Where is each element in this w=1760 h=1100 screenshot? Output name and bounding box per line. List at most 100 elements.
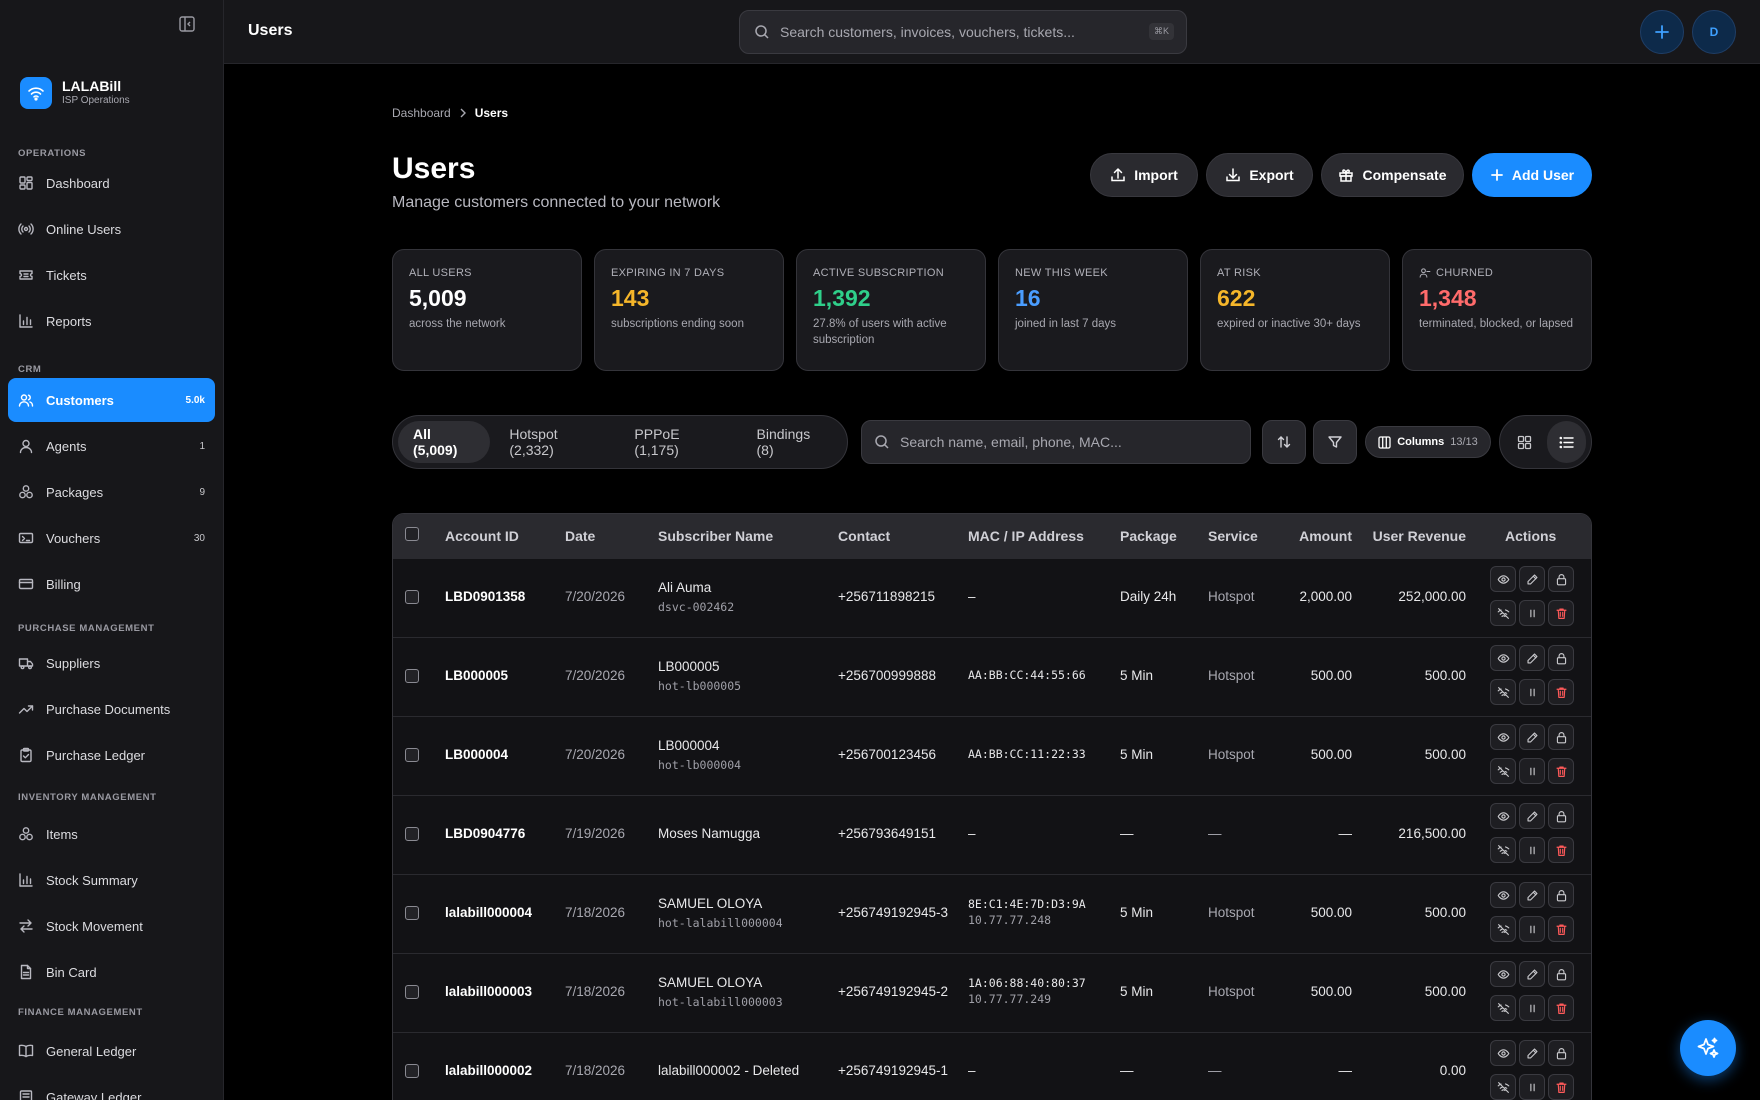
tab-hotspot[interactable]: Hotspot (2,332) <box>494 421 615 463</box>
table-row[interactable]: LBD0901358 7/20/2026 Ali Auma dsvc-002462 +2… <box>393 558 1591 637</box>
view-button[interactable] <box>1490 566 1516 592</box>
sidebar-item-vouchers[interactable]: Vouchers 30 <box>8 516 215 560</box>
stat-card-churned[interactable]: Churned 1,348 terminated, blocked, or laps… <box>1402 249 1592 371</box>
sidebar-item-gateway-ledger[interactable]: Gateway Ledger <box>8 1075 215 1100</box>
edit-button[interactable] <box>1519 1040 1545 1066</box>
compensate-button[interactable]: Compensate <box>1321 153 1464 197</box>
disconnect-button[interactable] <box>1490 916 1516 942</box>
row-checkbox[interactable] <box>405 985 419 999</box>
sidebar-item-reports[interactable]: Reports <box>8 299 215 343</box>
row-checkbox[interactable] <box>405 1064 419 1078</box>
view-button[interactable] <box>1490 803 1516 829</box>
table-row[interactable]: LB000004 7/20/2026 LB000004 hot-lb000004 +25… <box>393 716 1591 795</box>
table-search-input[interactable]: Search name, email, phone, MAC... <box>861 420 1251 464</box>
edit-button[interactable] <box>1519 566 1545 592</box>
pause-button[interactable] <box>1519 916 1545 942</box>
add-user-button[interactable]: Add User <box>1472 153 1592 197</box>
table-row[interactable]: LB000005 7/20/2026 LB000005 hot-lb000005 +25… <box>393 637 1591 716</box>
sidebar-item-dashboard[interactable]: Dashboard <box>8 161 215 205</box>
disconnect-button[interactable] <box>1490 600 1516 626</box>
account-id[interactable]: LBD0901358 <box>445 589 525 604</box>
sidebar-item-agents[interactable]: Agents 1 <box>8 424 215 468</box>
row-checkbox[interactable] <box>405 906 419 920</box>
column-header-account-id[interactable]: Account ID <box>445 528 519 544</box>
disconnect-button[interactable] <box>1490 837 1516 863</box>
account-id[interactable]: lalabill000004 <box>445 905 532 920</box>
edit-button[interactable] <box>1519 961 1545 987</box>
pause-button[interactable] <box>1519 995 1545 1021</box>
column-header-amount[interactable]: Amount <box>1299 528 1352 544</box>
account-id[interactable]: LB000005 <box>445 668 508 683</box>
grid-view-button[interactable] <box>1505 421 1545 463</box>
table-row[interactable]: LBD0904776 7/19/2026 Moses Namugga +2567936… <box>393 795 1591 874</box>
avatar[interactable]: D <box>1692 10 1736 54</box>
sidebar-item-purchase-ledger[interactable]: Purchase Ledger <box>8 733 215 777</box>
delete-button[interactable] <box>1548 600 1574 626</box>
filter-button[interactable] <box>1313 420 1357 464</box>
view-button[interactable] <box>1490 1040 1516 1066</box>
column-header-package[interactable]: Package <box>1120 528 1177 544</box>
stat-card-all-users[interactable]: All Users 5,009 across the network <box>392 249 582 371</box>
sidebar-item-general-ledger[interactable]: General Ledger <box>8 1029 215 1073</box>
view-button[interactable] <box>1490 961 1516 987</box>
edit-button[interactable] <box>1519 645 1545 671</box>
lock-button[interactable] <box>1548 645 1574 671</box>
delete-button[interactable] <box>1548 1074 1574 1100</box>
brand[interactable]: LALABill ISP Operations <box>20 77 130 109</box>
edit-button[interactable] <box>1519 724 1545 750</box>
sidebar-item-stock-summary[interactable]: Stock Summary <box>8 858 215 902</box>
sidebar-collapse-icon[interactable] <box>178 15 196 33</box>
columns-button[interactable]: Columns 13/13 <box>1365 426 1491 458</box>
assistant-button[interactable] <box>1680 1020 1736 1076</box>
lock-button[interactable] <box>1548 724 1574 750</box>
sort-button[interactable] <box>1262 420 1306 464</box>
sidebar-item-items[interactable]: Items <box>8 812 215 856</box>
account-id[interactable]: lalabill000002 <box>445 1063 532 1078</box>
table-row[interactable]: lalabill000003 7/18/2026 SAMUEL OLOYA hot-l… <box>393 953 1591 1032</box>
sidebar-item-billing[interactable]: Billing <box>8 562 215 606</box>
edit-button[interactable] <box>1519 882 1545 908</box>
sidebar-item-online-users[interactable]: Online Users <box>8 207 215 251</box>
tab-all[interactable]: All (5,009) <box>398 421 491 463</box>
sidebar-item-customers[interactable]: Customers 5.0k <box>8 378 215 422</box>
sidebar-item-stock-movement[interactable]: Stock Movement <box>8 904 215 948</box>
column-header-mac-ip-address[interactable]: MAC / IP Address <box>968 528 1084 544</box>
column-header-user-revenue[interactable]: User Revenue <box>1373 528 1466 544</box>
disconnect-button[interactable] <box>1490 1074 1516 1100</box>
pause-button[interactable] <box>1519 679 1545 705</box>
disconnect-button[interactable] <box>1490 758 1516 784</box>
export-button[interactable]: Export <box>1206 153 1313 197</box>
lock-button[interactable] <box>1548 1040 1574 1066</box>
column-header-contact[interactable]: Contact <box>838 528 890 544</box>
column-header-actions[interactable]: Actions <box>1505 528 1556 544</box>
disconnect-button[interactable] <box>1490 679 1516 705</box>
stat-card-active-subscription[interactable]: Active Subscription 1,392 27.8% of users w… <box>796 249 986 371</box>
delete-button[interactable] <box>1548 837 1574 863</box>
delete-button[interactable] <box>1548 995 1574 1021</box>
pause-button[interactable] <box>1519 837 1545 863</box>
quick-add-button[interactable] <box>1640 10 1684 54</box>
pause-button[interactable] <box>1519 758 1545 784</box>
account-id[interactable]: LB000004 <box>445 747 508 762</box>
row-checkbox[interactable] <box>405 590 419 604</box>
table-row[interactable]: lalabill000004 7/18/2026 SAMUEL OLOYA hot-l… <box>393 874 1591 953</box>
row-checkbox[interactable] <box>405 827 419 841</box>
account-id[interactable]: LBD0904776 <box>445 826 525 841</box>
stat-card-new-this-week[interactable]: New this week 16 joined in last 7 days <box>998 249 1188 371</box>
global-search-input[interactable]: Search customers, invoices, vouchers, ti… <box>739 10 1187 54</box>
sidebar-item-packages[interactable]: Packages 9 <box>8 470 215 514</box>
list-view-button[interactable] <box>1546 421 1586 463</box>
account-id[interactable]: lalabill000003 <box>445 984 532 999</box>
view-button[interactable] <box>1490 882 1516 908</box>
select-all-checkbox[interactable] <box>405 527 419 541</box>
view-button[interactable] <box>1490 645 1516 671</box>
import-button[interactable]: Import <box>1090 153 1198 197</box>
column-header-subscriber-name[interactable]: Subscriber Name <box>658 528 773 544</box>
pause-button[interactable] <box>1519 600 1545 626</box>
stat-card-expiring-in-7-days[interactable]: Expiring in 7 days 143 subscriptions endin… <box>594 249 784 371</box>
delete-button[interactable] <box>1548 679 1574 705</box>
tab-bindings[interactable]: Bindings (8) <box>742 421 842 463</box>
lock-button[interactable] <box>1548 566 1574 592</box>
stat-card-at-risk[interactable]: At Risk 622 expired or inactive 30+ days <box>1200 249 1390 371</box>
row-checkbox[interactable] <box>405 669 419 683</box>
